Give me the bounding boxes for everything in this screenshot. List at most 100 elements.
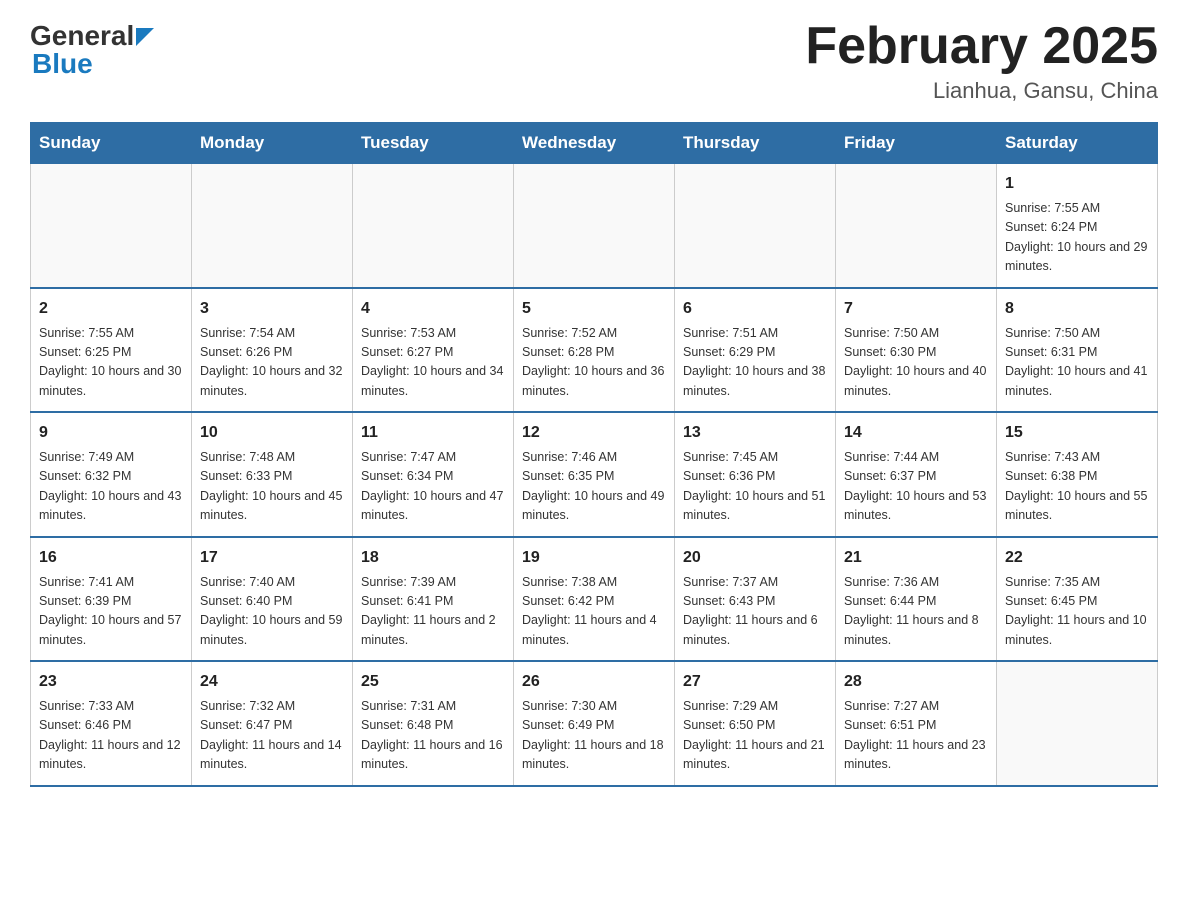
day-number: 26 bbox=[522, 670, 666, 694]
day-info: Sunrise: 7:37 AM Sunset: 6:43 PM Dayligh… bbox=[683, 573, 827, 651]
day-number: 5 bbox=[522, 297, 666, 321]
calendar-day-header: Tuesday bbox=[353, 123, 514, 164]
day-info: Sunrise: 7:35 AM Sunset: 6:45 PM Dayligh… bbox=[1005, 573, 1149, 651]
calendar-day-cell: 16 Sunrise: 7:41 AM Sunset: 6:39 PM Dayli… bbox=[31, 537, 192, 662]
title-block: February 2025 Lianhua, Gansu, China bbox=[805, 20, 1158, 104]
logo-blue-text: Blue bbox=[32, 48, 154, 80]
day-number: 24 bbox=[200, 670, 344, 694]
day-number: 23 bbox=[39, 670, 183, 694]
calendar-day-cell bbox=[192, 164, 353, 288]
day-info: Sunrise: 7:46 AM Sunset: 6:35 PM Dayligh… bbox=[522, 448, 666, 526]
day-info: Sunrise: 7:27 AM Sunset: 6:51 PM Dayligh… bbox=[844, 697, 988, 775]
calendar-day-cell: 4 Sunrise: 7:53 AM Sunset: 6:27 PM Daylig… bbox=[353, 288, 514, 413]
day-number: 3 bbox=[200, 297, 344, 321]
day-info: Sunrise: 7:43 AM Sunset: 6:38 PM Dayligh… bbox=[1005, 448, 1149, 526]
page-header: General Blue February 2025 Lianhua, Gans… bbox=[30, 20, 1158, 104]
day-info: Sunrise: 7:39 AM Sunset: 6:41 PM Dayligh… bbox=[361, 573, 505, 651]
day-number: 15 bbox=[1005, 421, 1149, 445]
calendar-day-cell: 5Sunrise: 7:52 AM Sunset: 6:28 PM Daylig… bbox=[514, 288, 675, 413]
day-number: 16 bbox=[39, 546, 183, 570]
calendar-day-cell: 10Sunrise: 7:48 AM Sunset: 6:33 PM Dayli… bbox=[192, 412, 353, 537]
day-info: Sunrise: 7:55 AM Sunset: 6:25 PM Dayligh… bbox=[39, 324, 183, 402]
calendar-day-cell: 9Sunrise: 7:49 AM Sunset: 6:32 PM Daylig… bbox=[31, 412, 192, 537]
calendar-day-cell: 11 Sunrise: 7:47 AM Sunset: 6:34 PM Dayli… bbox=[353, 412, 514, 537]
day-info: Sunrise: 7:30 AM Sunset: 6:49 PM Dayligh… bbox=[522, 697, 666, 775]
calendar-day-cell bbox=[514, 164, 675, 288]
day-info: Sunrise: 7:44 AM Sunset: 6:37 PM Dayligh… bbox=[844, 448, 988, 526]
day-info: Sunrise: 7:29 AM Sunset: 6:50 PM Dayligh… bbox=[683, 697, 827, 775]
calendar-day-cell: 22 Sunrise: 7:35 AM Sunset: 6:45 PM Dayli… bbox=[997, 537, 1158, 662]
calendar-week-row: 16 Sunrise: 7:41 AM Sunset: 6:39 PM Dayli… bbox=[31, 537, 1158, 662]
day-number: 18 bbox=[361, 546, 505, 570]
day-number: 4 bbox=[361, 297, 505, 321]
calendar-day-header: Friday bbox=[836, 123, 997, 164]
calendar-day-cell bbox=[31, 164, 192, 288]
day-info: Sunrise: 7:50 AM Sunset: 6:30 PM Dayligh… bbox=[844, 324, 988, 402]
calendar-day-cell: 3 Sunrise: 7:54 AM Sunset: 6:26 PM Daylig… bbox=[192, 288, 353, 413]
calendar-week-row: 2 Sunrise: 7:55 AM Sunset: 6:25 PM Daylig… bbox=[31, 288, 1158, 413]
logo: General Blue bbox=[30, 20, 154, 80]
day-info: Sunrise: 7:32 AM Sunset: 6:47 PM Dayligh… bbox=[200, 697, 344, 775]
logo-arrow-icon bbox=[136, 28, 154, 46]
calendar-day-cell bbox=[836, 164, 997, 288]
day-info: Sunrise: 7:41 AM Sunset: 6:39 PM Dayligh… bbox=[39, 573, 183, 651]
calendar-day-cell: 14 Sunrise: 7:44 AM Sunset: 6:37 PM Dayli… bbox=[836, 412, 997, 537]
calendar-day-cell: 1 Sunrise: 7:55 AM Sunset: 6:24 PM Daylig… bbox=[997, 164, 1158, 288]
day-info: Sunrise: 7:54 AM Sunset: 6:26 PM Dayligh… bbox=[200, 324, 344, 402]
calendar-day-cell: 18 Sunrise: 7:39 AM Sunset: 6:41 PM Dayli… bbox=[353, 537, 514, 662]
day-number: 19 bbox=[522, 546, 666, 570]
day-info: Sunrise: 7:53 AM Sunset: 6:27 PM Dayligh… bbox=[361, 324, 505, 402]
day-info: Sunrise: 7:48 AM Sunset: 6:33 PM Dayligh… bbox=[200, 448, 344, 526]
calendar-day-cell bbox=[675, 164, 836, 288]
calendar-day-cell: 26 Sunrise: 7:30 AM Sunset: 6:49 PM Dayli… bbox=[514, 661, 675, 786]
day-number: 1 bbox=[1005, 172, 1149, 196]
calendar-week-row: 9Sunrise: 7:49 AM Sunset: 6:32 PM Daylig… bbox=[31, 412, 1158, 537]
calendar-day-cell: 15 Sunrise: 7:43 AM Sunset: 6:38 PM Dayli… bbox=[997, 412, 1158, 537]
day-number: 14 bbox=[844, 421, 988, 445]
calendar-day-cell: 23 Sunrise: 7:33 AM Sunset: 6:46 PM Dayli… bbox=[31, 661, 192, 786]
calendar-day-cell: 17 Sunrise: 7:40 AM Sunset: 6:40 PM Dayli… bbox=[192, 537, 353, 662]
calendar-day-header: Sunday bbox=[31, 123, 192, 164]
day-info: Sunrise: 7:50 AM Sunset: 6:31 PM Dayligh… bbox=[1005, 324, 1149, 402]
calendar-week-row: 23 Sunrise: 7:33 AM Sunset: 6:46 PM Dayli… bbox=[31, 661, 1158, 786]
day-number: 25 bbox=[361, 670, 505, 694]
day-info: Sunrise: 7:51 AM Sunset: 6:29 PM Dayligh… bbox=[683, 324, 827, 402]
day-number: 11 bbox=[361, 421, 505, 445]
calendar-day-cell: 25 Sunrise: 7:31 AM Sunset: 6:48 PM Dayli… bbox=[353, 661, 514, 786]
calendar-day-header: Wednesday bbox=[514, 123, 675, 164]
day-info: Sunrise: 7:45 AM Sunset: 6:36 PM Dayligh… bbox=[683, 448, 827, 526]
day-number: 22 bbox=[1005, 546, 1149, 570]
day-info: Sunrise: 7:38 AM Sunset: 6:42 PM Dayligh… bbox=[522, 573, 666, 651]
day-number: 20 bbox=[683, 546, 827, 570]
calendar-day-cell: 6 Sunrise: 7:51 AM Sunset: 6:29 PM Daylig… bbox=[675, 288, 836, 413]
day-info: Sunrise: 7:40 AM Sunset: 6:40 PM Dayligh… bbox=[200, 573, 344, 651]
day-info: Sunrise: 7:31 AM Sunset: 6:48 PM Dayligh… bbox=[361, 697, 505, 775]
calendar-day-header: Saturday bbox=[997, 123, 1158, 164]
day-info: Sunrise: 7:55 AM Sunset: 6:24 PM Dayligh… bbox=[1005, 199, 1149, 277]
day-info: Sunrise: 7:47 AM Sunset: 6:34 PM Dayligh… bbox=[361, 448, 505, 526]
day-number: 8 bbox=[1005, 297, 1149, 321]
calendar-day-cell: 8 Sunrise: 7:50 AM Sunset: 6:31 PM Daylig… bbox=[997, 288, 1158, 413]
day-number: 13 bbox=[683, 421, 827, 445]
calendar-day-cell bbox=[997, 661, 1158, 786]
day-number: 9 bbox=[39, 421, 183, 445]
calendar-day-cell: 24 Sunrise: 7:32 AM Sunset: 6:47 PM Dayli… bbox=[192, 661, 353, 786]
location: Lianhua, Gansu, China bbox=[805, 78, 1158, 104]
day-info: Sunrise: 7:33 AM Sunset: 6:46 PM Dayligh… bbox=[39, 697, 183, 775]
calendar-day-cell: 2 Sunrise: 7:55 AM Sunset: 6:25 PM Daylig… bbox=[31, 288, 192, 413]
calendar-day-cell: 7 Sunrise: 7:50 AM Sunset: 6:30 PM Daylig… bbox=[836, 288, 997, 413]
day-number: 2 bbox=[39, 297, 183, 321]
day-number: 17 bbox=[200, 546, 344, 570]
calendar-day-cell: 27 Sunrise: 7:29 AM Sunset: 6:50 PM Dayli… bbox=[675, 661, 836, 786]
day-number: 7 bbox=[844, 297, 988, 321]
day-number: 6 bbox=[683, 297, 827, 321]
day-number: 12 bbox=[522, 421, 666, 445]
calendar-day-cell: 20 Sunrise: 7:37 AM Sunset: 6:43 PM Dayli… bbox=[675, 537, 836, 662]
calendar-day-cell: 19 Sunrise: 7:38 AM Sunset: 6:42 PM Dayli… bbox=[514, 537, 675, 662]
calendar-day-header: Thursday bbox=[675, 123, 836, 164]
day-number: 27 bbox=[683, 670, 827, 694]
calendar-day-cell bbox=[353, 164, 514, 288]
calendar-day-cell: 12 Sunrise: 7:46 AM Sunset: 6:35 PM Dayli… bbox=[514, 412, 675, 537]
calendar-header-row: SundayMondayTuesdayWednesdayThursdayFrid… bbox=[31, 123, 1158, 164]
day-number: 21 bbox=[844, 546, 988, 570]
